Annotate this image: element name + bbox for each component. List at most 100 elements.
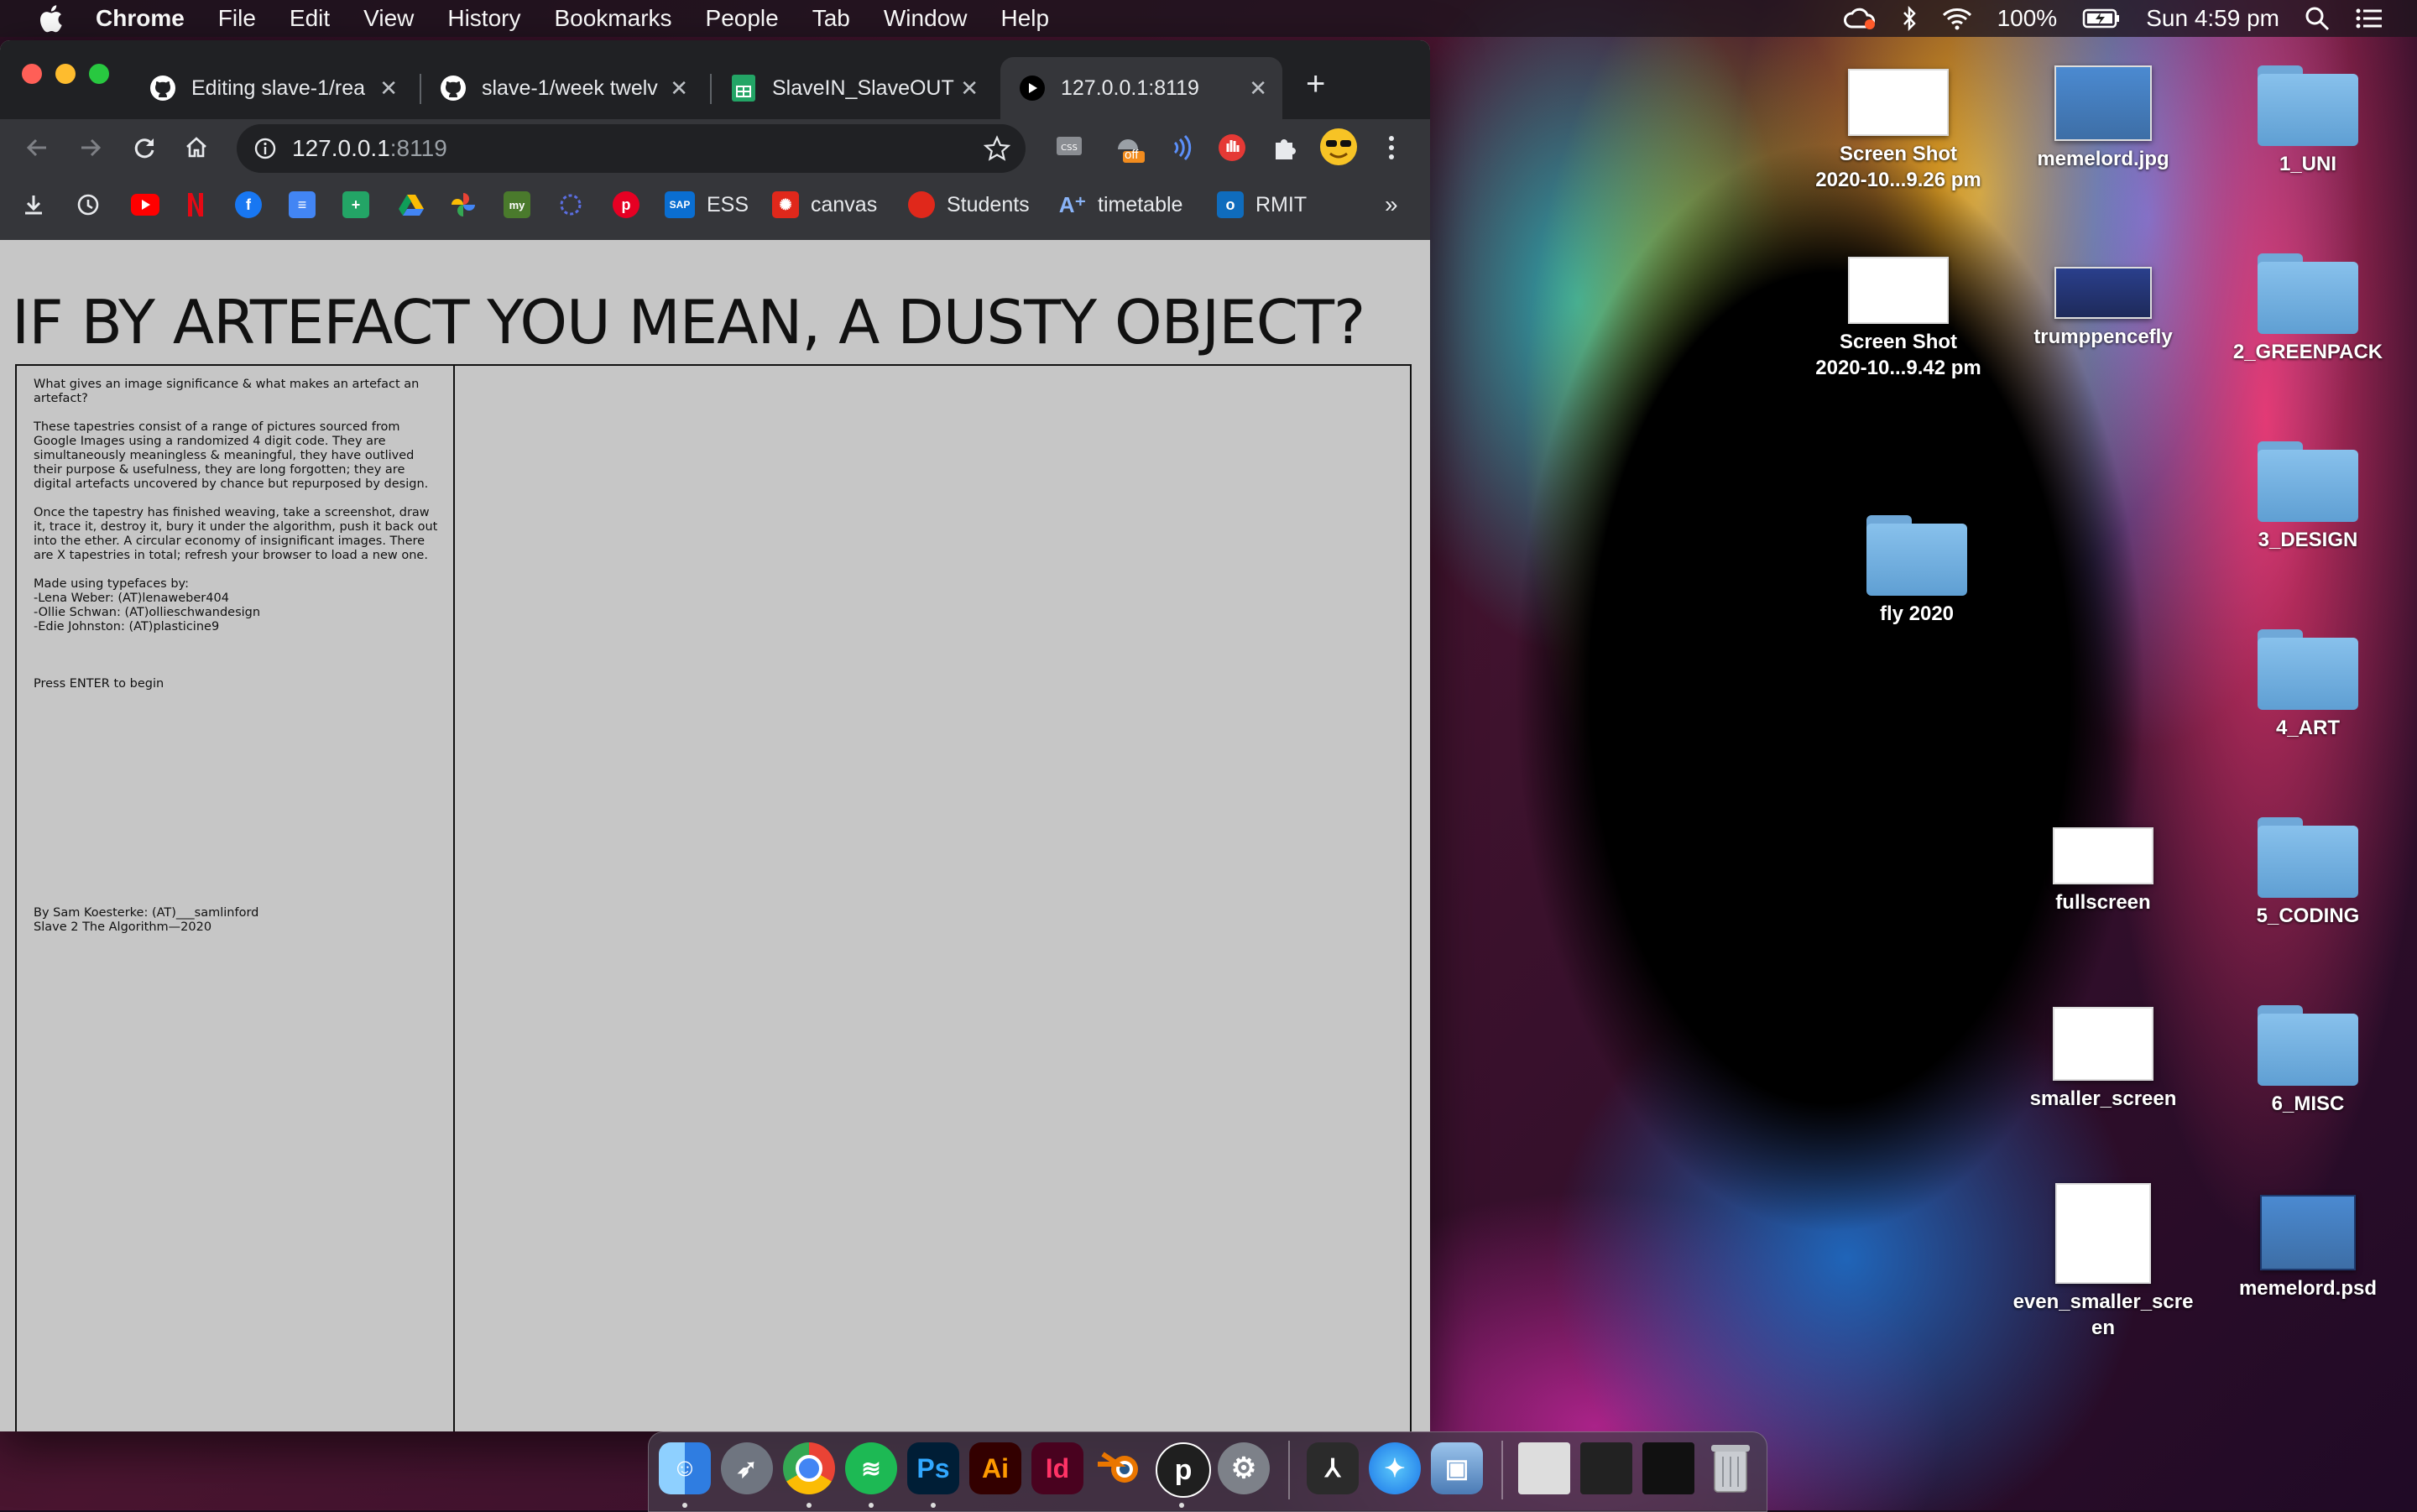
preview-icon[interactable]: ▣	[1431, 1442, 1483, 1494]
desktop-item-screenshot-1[interactable]: Screen Shot 2020-10...9.26 pm	[1798, 69, 1999, 193]
desktop-item-1-uni[interactable]: 1_UNI	[2207, 65, 2409, 177]
new-tab-icon[interactable]: +	[1306, 65, 1325, 103]
desktop-item-label: 4_ART	[2275, 717, 2341, 739]
tab-localhost[interactable]: 127.0.0.1:8119 ✕	[1000, 57, 1282, 119]
minimized-window-icon[interactable]	[1580, 1442, 1632, 1494]
desktop-item-4-art[interactable]: 4_ART	[2207, 629, 2409, 741]
tab-slavein-slaveout[interactable]: SlaveIN_SlaveOUT ✕	[712, 57, 994, 119]
audio-extension-icon[interactable]	[1163, 129, 1200, 166]
css-extension-icon[interactable]: CSS	[1051, 129, 1088, 166]
docs-icon[interactable]: ≡	[289, 190, 327, 220]
menu-app-name[interactable]: Chrome	[96, 5, 185, 32]
drive-icon[interactable]	[398, 190, 425, 220]
blender-icon[interactable]	[1094, 1442, 1146, 1494]
battery-icon[interactable]	[2082, 8, 2121, 29]
github-icon	[440, 75, 467, 102]
sheets-icon[interactable]: +	[342, 190, 381, 220]
safari-icon[interactable]: ✦	[1369, 1442, 1421, 1494]
illustrator-icon[interactable]: Ai	[969, 1442, 1021, 1494]
download-icon[interactable]	[22, 190, 45, 220]
trash-icon[interactable]	[1704, 1442, 1757, 1494]
bookmark-students[interactable]: Students	[908, 190, 1030, 220]
desktop-item-screenshot-2[interactable]: Screen Shot 2020-10...9.42 pm	[1798, 257, 1999, 381]
desktop-item-5-coding[interactable]: 5_CODING	[2207, 817, 2409, 929]
tab-editing-slave[interactable]: Editing slave-1/rea ✕	[131, 57, 413, 119]
bookmarks-overflow-icon[interactable]: »	[1385, 190, 1398, 220]
blocker-extension-icon[interactable]: off	[1109, 129, 1146, 166]
wifi-icon[interactable]	[1942, 7, 1972, 30]
acrobat-icon[interactable]: ⅄	[1307, 1442, 1359, 1494]
pinterest-icon[interactable]: p	[613, 190, 651, 220]
bookmark-canvas[interactable]: ✺ canvas	[772, 190, 877, 220]
scribble-icon[interactable]	[557, 190, 584, 220]
menu-bookmarks[interactable]: Bookmarks	[554, 5, 671, 32]
reload-icon[interactable]	[124, 128, 164, 168]
desktop-item-trumppencefly[interactable]: trumppencefly	[2002, 267, 2204, 350]
stop-hand-extension-icon[interactable]	[1214, 129, 1250, 166]
menu-view[interactable]: View	[363, 5, 414, 32]
minimized-window-icon[interactable]	[1642, 1442, 1694, 1494]
bookmark-ess[interactable]: SAP ESS	[665, 190, 749, 220]
menu-tab[interactable]: Tab	[812, 5, 850, 32]
desktop-item-fullscreen[interactable]: fullscreen	[2002, 827, 2204, 915]
menu-history[interactable]: History	[447, 5, 520, 32]
desktop-item-6-misc[interactable]: 6_MISC	[2207, 1005, 2409, 1117]
desktop-item-memelord-jpg[interactable]: memelord.jpg	[2002, 65, 2204, 172]
desktop-item-2-greenpack[interactable]: 2_GREENPACK	[2207, 253, 2409, 365]
screenshot-thumbnail-icon	[2055, 1183, 2151, 1284]
bookmark-timetable[interactable]: A⁺ timetable	[1059, 190, 1183, 220]
tab-close-icon[interactable]: ✕	[379, 76, 398, 102]
photos-icon[interactable]	[450, 190, 477, 220]
back-icon[interactable]	[17, 128, 57, 168]
tab-close-icon[interactable]: ✕	[670, 76, 688, 102]
chrome-icon[interactable]	[783, 1442, 835, 1494]
site-info-icon[interactable]	[253, 137, 277, 160]
mygov-icon[interactable]: my	[504, 190, 542, 220]
indesign-icon[interactable]: Id	[1031, 1442, 1083, 1494]
launchpad-icon[interactable]: ➶	[721, 1442, 773, 1494]
bookmark-rmit[interactable]: o RMIT	[1217, 190, 1307, 220]
desktop-item-smaller-screen[interactable]: smaller_screen	[2002, 1007, 2204, 1112]
spotlight-search-icon[interactable]	[2305, 6, 2330, 31]
tab-week-twelve[interactable]: slave-1/week twelv ✕	[421, 57, 703, 119]
desktop-item-memelord-psd[interactable]: memelord.psd	[2207, 1195, 2409, 1301]
forward-icon[interactable]	[70, 128, 111, 168]
profile-avatar-icon[interactable]	[1318, 126, 1360, 168]
facebook-icon[interactable]: f	[235, 190, 274, 220]
menu-edit[interactable]: Edit	[290, 5, 330, 32]
close-window-button[interactable]	[22, 64, 42, 84]
downloads-stack-icon[interactable]	[1518, 1442, 1570, 1494]
apple-menu-icon[interactable]	[34, 2, 67, 35]
menu-help[interactable]: Help	[1000, 5, 1049, 32]
zoom-window-button[interactable]	[89, 64, 109, 84]
photoshop-icon[interactable]: Ps	[907, 1442, 959, 1494]
address-bar[interactable]: 127.0.0.1:8119	[237, 124, 1026, 173]
desktop-item-label: Screen Shot 2020-10...9.42 pm	[1815, 331, 1981, 379]
youtube-icon[interactable]	[131, 190, 159, 220]
bookmark-star-icon[interactable]	[984, 135, 1010, 162]
desktop-item-even-smaller-screen[interactable]: even_smaller_scre en	[2002, 1183, 2204, 1341]
desktop-item-fly-2020[interactable]: fly 2020	[1816, 515, 2018, 627]
desktop-item-3-design[interactable]: 3_DESIGN	[2207, 441, 2409, 553]
system-preferences-icon[interactable]: ⚙	[1218, 1442, 1270, 1494]
control-center-icon[interactable]	[2355, 7, 2383, 30]
clock[interactable]: Sun 4:59 pm	[2146, 5, 2279, 32]
menu-window[interactable]: Window	[884, 5, 968, 32]
spotify-icon[interactable]: ≋	[845, 1442, 897, 1494]
menu-file[interactable]: File	[218, 5, 256, 32]
home-icon[interactable]	[176, 128, 217, 168]
browser-menu-icon[interactable]	[1373, 129, 1410, 166]
bluetooth-icon[interactable]	[1902, 6, 1917, 31]
minimize-window-button[interactable]	[55, 64, 76, 84]
extensions-puzzle-icon[interactable]	[1266, 129, 1302, 166]
tapestry-canvas[interactable]	[455, 366, 1410, 1431]
finder-icon[interactable]: ☺	[659, 1442, 711, 1494]
creative-cloud-icon[interactable]	[1843, 7, 1877, 30]
tab-close-icon[interactable]: ✕	[960, 76, 979, 102]
menu-people[interactable]: People	[706, 5, 779, 32]
processing-icon[interactable]: p	[1156, 1442, 1211, 1498]
tab-close-icon[interactable]: ✕	[1249, 76, 1267, 102]
netflix-icon[interactable]	[186, 190, 205, 220]
intro-paragraph-1: These tapestries consist of a range of p…	[34, 420, 429, 491]
history-icon[interactable]	[76, 190, 101, 220]
